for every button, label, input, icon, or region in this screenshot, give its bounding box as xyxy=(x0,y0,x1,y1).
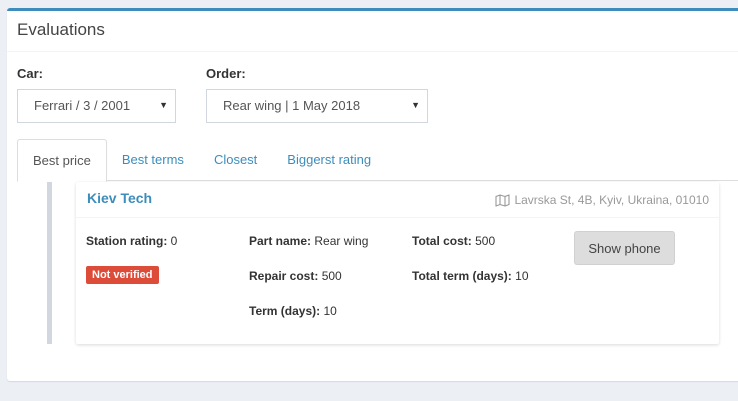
part-name-value: Rear wing xyxy=(314,234,369,248)
part-name-label: Part name: xyxy=(249,234,312,248)
station-rating-value: 0 xyxy=(170,234,178,248)
repair-cost-label: Repair cost: xyxy=(249,269,319,283)
tab-best-terms[interactable]: Best terms xyxy=(107,139,199,181)
station-card: Kiev Tech Lavrska St, 4B, Kyiv, Ukraina,… xyxy=(76,182,719,344)
term-days: Term (days): 10 xyxy=(249,304,337,318)
total-term-value: 10 xyxy=(515,269,529,283)
order-label: Order: xyxy=(206,66,246,81)
page-title: Evaluations xyxy=(17,20,105,39)
tab-closest[interactable]: Closest xyxy=(199,139,272,181)
tab-best-price[interactable]: Best price xyxy=(17,139,107,182)
car-label: Car: xyxy=(17,66,44,81)
order-select[interactable]: Rear wing | 1 May 2018 ▼ xyxy=(206,89,428,123)
repair-cost-value: 500 xyxy=(321,269,342,283)
tab-bar: Best price Best terms Closest Biggerst r… xyxy=(17,139,738,182)
station-card-header: Kiev Tech Lavrska St, 4B, Kyiv, Ukraina,… xyxy=(76,182,719,218)
total-cost-value: 500 xyxy=(475,234,496,248)
order-form-group: Order: Rear wing | 1 May 2018 ▼ xyxy=(206,66,428,123)
car-form-group: Car: Ferrari / 3 / 2001 ▼ xyxy=(17,66,176,123)
chevron-down-icon: ▼ xyxy=(411,100,420,110)
term-days-label: Term (days): xyxy=(249,304,321,318)
evaluations-box: Evaluations Car: Ferrari / 3 / 2001 ▼ Or… xyxy=(7,8,738,381)
total-cost-label: Total cost: xyxy=(412,234,472,248)
total-term: Total term (days): 10 xyxy=(412,269,529,283)
chevron-down-icon: ▼ xyxy=(159,100,168,110)
box-header: Evaluations xyxy=(7,11,738,52)
tab-biggest-rating[interactable]: Biggerst rating xyxy=(272,139,386,181)
station-rating: Station rating: 0 xyxy=(86,234,177,248)
station-name-link[interactable]: Kiev Tech xyxy=(87,190,152,206)
total-cost: Total cost: 500 xyxy=(412,234,495,248)
term-days-value: 10 xyxy=(323,304,337,318)
station-rating-label: Station rating: xyxy=(86,234,168,248)
car-select[interactable]: Ferrari / 3 / 2001 ▼ xyxy=(17,89,176,123)
show-phone-button[interactable]: Show phone xyxy=(574,231,675,265)
order-select-value: Rear wing | 1 May 2018 xyxy=(223,98,361,113)
station-address-text: Lavrska St, 4B, Kyiv, Ukraina, 01010 xyxy=(514,193,709,207)
car-select-value: Ferrari / 3 / 2001 xyxy=(34,98,131,113)
station-address: Lavrska St, 4B, Kyiv, Ukraina, 01010 xyxy=(495,193,709,207)
part-name: Part name: Rear wing xyxy=(249,234,368,248)
total-term-label: Total term (days): xyxy=(412,269,512,283)
repair-cost: Repair cost: 500 xyxy=(249,269,342,283)
timeline-bar xyxy=(47,182,52,344)
map-icon xyxy=(495,193,511,207)
status-badge: Not verified xyxy=(86,266,159,284)
